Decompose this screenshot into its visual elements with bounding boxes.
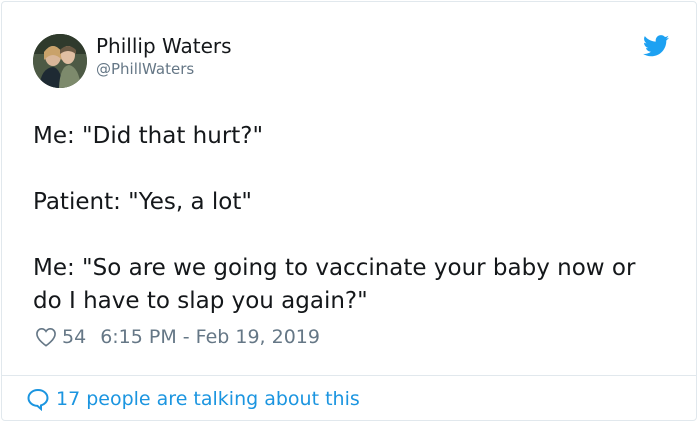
avatar-photo [33,34,87,88]
like-count[interactable]: 54 [62,326,86,348]
tweet-card: Phillip Waters @PhillWaters Me: "Did tha… [1,1,697,421]
conversation-label: 17 people are talking about this [56,388,360,410]
author-name[interactable]: Phillip Waters [96,34,232,58]
twitter-bird-icon[interactable] [643,35,669,57]
tweet-meta: 54 6:15 PM - Feb 19, 2019 [35,324,320,350]
divider [2,375,696,376]
speech-bubble-icon [27,388,49,411]
avatar[interactable] [33,34,87,88]
heart-icon[interactable] [35,327,57,347]
conversation-link[interactable]: 17 people are talking about this [26,387,360,411]
author-handle[interactable]: @PhillWaters [96,60,194,78]
tweet-text: Me: "Did that hurt?" Patient: "Yes, a lo… [33,123,636,314]
timestamp[interactable]: 6:15 PM - Feb 19, 2019 [100,326,320,348]
